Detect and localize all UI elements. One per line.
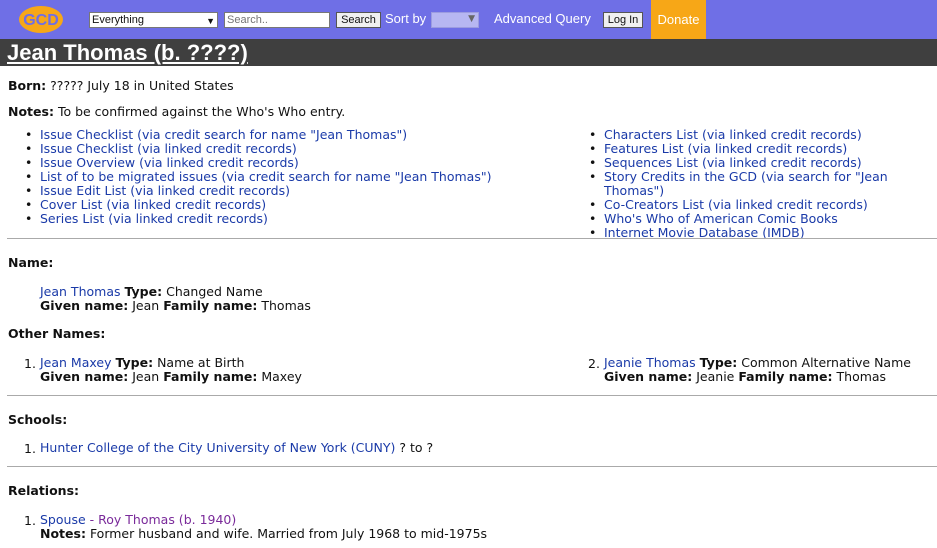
sort-by-select[interactable]: ▼ <box>431 12 479 28</box>
credit-links-left: Issue Checklist (via credit search for n… <box>25 127 492 227</box>
list-number: 1. <box>24 513 36 528</box>
school-link[interactable]: Hunter College of the City University of… <box>40 440 395 455</box>
name-section-title: Name: <box>8 255 54 270</box>
search-scope-select[interactable]: Everything ▼ <box>89 12 218 28</box>
given-name-value: Jean <box>132 369 160 384</box>
login-button[interactable]: Log In <box>603 12 643 28</box>
other-name-entry: Jeanie Thomas Type: Common Alternative N… <box>604 356 911 384</box>
search-button[interactable]: Search <box>336 12 381 28</box>
relation-notes-value: Former husband and wife. Married from Ju… <box>89 526 488 541</box>
credit-links-right: Characters List (via linked credit recor… <box>589 127 937 241</box>
name-entry: Jean Thomas Type: Changed Name Given nam… <box>40 285 311 313</box>
given-name-label: Given name: <box>604 369 693 384</box>
type-label: Type: <box>124 284 163 299</box>
type-label: Type: <box>699 355 738 370</box>
series-list-link[interactable]: Series List (via linked credit records) <box>40 211 268 226</box>
issue-overview-link[interactable]: Issue Overview (via linked credit record… <box>40 155 299 170</box>
characters-list-link[interactable]: Characters List (via linked credit recor… <box>604 127 862 142</box>
family-name-value: Maxey <box>261 369 302 384</box>
notes-row: Notes: To be confirmed against the Who's… <box>8 104 345 119</box>
list-number: 1. <box>24 441 36 456</box>
sequences-list-link[interactable]: Sequences List (via linked credit record… <box>604 155 862 170</box>
list-number: 2. <box>588 356 600 371</box>
other-name-link[interactable]: Jeanie Thomas <box>604 355 696 370</box>
cover-list-link[interactable]: Cover List (via linked credit records) <box>40 197 266 212</box>
issue-checklist-search-link[interactable]: Issue Checklist (via credit search for n… <box>40 127 407 142</box>
sort-by-label: Sort by <box>385 11 427 26</box>
divider <box>7 238 937 239</box>
family-name-label: Family name: <box>163 298 258 313</box>
logo-text: GCD <box>23 12 59 29</box>
born-row: Born: ????? July 18 in United States <box>8 78 234 93</box>
born-value: ????? July 18 in United States <box>50 78 234 93</box>
born-label: Born: <box>8 78 47 93</box>
gcd-logo[interactable]: GCD <box>18 5 64 34</box>
search-input[interactable] <box>224 12 330 28</box>
related-person-link[interactable]: Roy Thomas (b. 1940) <box>98 512 236 527</box>
search-scope-value: Everything <box>92 14 144 26</box>
donate-button[interactable]: Donate <box>651 0 706 39</box>
story-credits-link[interactable]: Story Credits in the GCD (via search for… <box>604 169 888 198</box>
family-name-value: Thomas <box>836 369 887 384</box>
migrated-issues-link[interactable]: List of to be migrated issues (via credi… <box>40 169 491 184</box>
issue-checklist-linked-link[interactable]: Issue Checklist (via linked credit recor… <box>40 141 297 156</box>
chevron-down-icon: ▼ <box>206 16 215 26</box>
given-name-label: Given name: <box>40 369 129 384</box>
features-list-link[interactable]: Features List (via linked credit records… <box>604 141 847 156</box>
school-entry: Hunter College of the City University of… <box>40 441 433 455</box>
notes-value: To be confirmed against the Who's Who en… <box>57 104 346 119</box>
issue-edit-list-link[interactable]: Issue Edit List (via linked credit recor… <box>40 183 290 198</box>
relation-type-link[interactable]: Spouse <box>40 512 86 527</box>
divider <box>7 466 937 467</box>
relation-dash: - <box>89 512 95 527</box>
co-creators-list-link[interactable]: Co-Creators List (via linked credit reco… <box>604 197 868 212</box>
relation-entry: Spouse - Roy Thomas (b. 1940) Notes: For… <box>40 513 487 541</box>
divider <box>7 395 937 396</box>
notes-label: Notes: <box>8 104 54 119</box>
school-years: ? to ? <box>399 440 434 455</box>
family-name-label: Family name: <box>738 369 833 384</box>
whos-who-link[interactable]: Who's Who of American Comic Books <box>604 211 838 226</box>
chevron-down-icon: ▼ <box>468 14 475 24</box>
other-name-link[interactable]: Jean Maxey <box>40 355 111 370</box>
other-name-entry: Jean Maxey Type: Name at Birth Given nam… <box>40 356 302 384</box>
type-value: Name at Birth <box>157 355 245 370</box>
family-name-value: Thomas <box>261 298 311 313</box>
given-name-value: Jeanie <box>696 369 735 384</box>
page-title: Jean Thomas (b. ????) <box>7 40 248 65</box>
family-name-label: Family name: <box>163 369 258 384</box>
schools-title: Schools: <box>8 412 68 427</box>
type-value: Changed Name <box>166 284 263 299</box>
top-navigation-bar: GCD Everything ▼ Search Sort by ▼ Advanc… <box>0 0 937 39</box>
given-name-label: Given name: <box>40 298 129 313</box>
type-label: Type: <box>115 355 154 370</box>
name-link[interactable]: Jean Thomas <box>40 284 121 299</box>
relation-notes-label: Notes: <box>40 526 86 541</box>
given-name-value: Jean <box>132 298 160 313</box>
other-names-title: Other Names: <box>8 326 106 341</box>
relations-title: Relations: <box>8 483 80 498</box>
type-value: Common Alternative Name <box>741 355 911 370</box>
advanced-query-link[interactable]: Advanced Query <box>494 11 591 26</box>
list-number: 1. <box>24 356 36 371</box>
page-title-bar: Jean Thomas (b. ????) <box>0 39 937 66</box>
